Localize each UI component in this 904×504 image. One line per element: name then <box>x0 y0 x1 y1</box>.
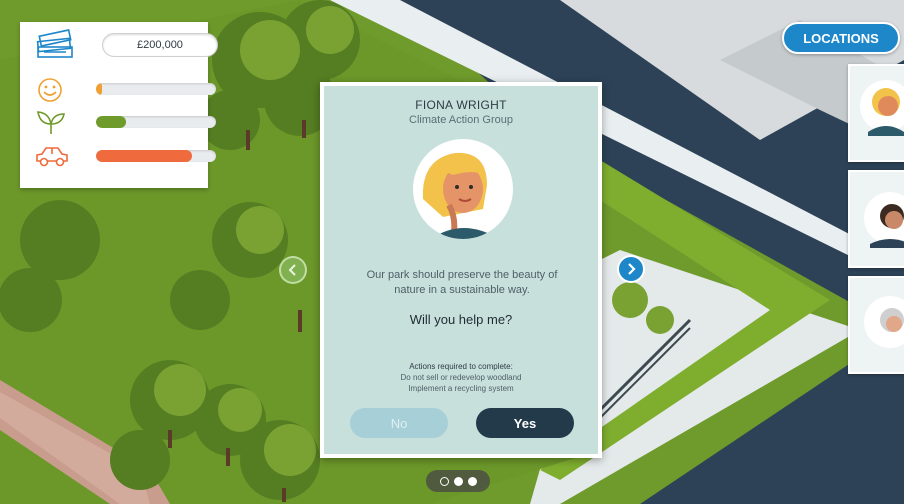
stats-panel: £200,000 <box>20 22 218 188</box>
previous-arrow-button[interactable] <box>279 256 307 284</box>
chevron-right-icon <box>628 263 636 275</box>
character-name: FIONA WRIGHT <box>415 98 507 112</box>
character-portrait <box>413 139 513 239</box>
traffic-bar <box>96 150 216 162</box>
actions-title: Actions required to complete: <box>409 362 513 371</box>
locations-button[interactable]: LOCATIONS <box>782 22 900 54</box>
page-dot[interactable] <box>467 476 477 486</box>
page-dot[interactable] <box>439 476 449 486</box>
character-group: Climate Action Group <box>409 114 513 126</box>
environment-bar <box>96 116 216 128</box>
chevron-left-icon <box>288 264 296 276</box>
character-avatar-icon <box>864 192 904 248</box>
location-thumbnail-2[interactable] <box>848 170 904 268</box>
character-message: Our park should preserve the beauty of n… <box>366 269 558 296</box>
no-button[interactable]: No <box>350 408 448 438</box>
action-item: Implement a recycling system <box>408 384 514 393</box>
character-request-dialog: FIONA WRIGHT Climate Action Group Our pa… <box>320 82 602 458</box>
money-stack-icon <box>36 29 73 58</box>
character-avatar-icon <box>860 80 904 136</box>
page-dot[interactable] <box>453 476 463 486</box>
help-question: Will you help me? <box>409 312 513 327</box>
next-arrow-button[interactable] <box>617 255 645 283</box>
character-avatar-icon <box>864 296 904 348</box>
smiley-icon <box>38 78 62 102</box>
happiness-bar <box>96 83 216 95</box>
car-icon <box>36 147 68 167</box>
pagination-dots <box>426 470 490 492</box>
yes-button[interactable]: Yes <box>476 408 574 438</box>
location-thumbnail-1[interactable] <box>848 64 904 162</box>
leaf-icon <box>37 111 65 134</box>
location-thumbnail-3[interactable] <box>848 276 904 374</box>
woman-portrait-icon <box>422 152 499 239</box>
money-display: £200,000 <box>102 33 218 57</box>
action-item: Do not sell or redevelop woodland <box>400 373 522 382</box>
